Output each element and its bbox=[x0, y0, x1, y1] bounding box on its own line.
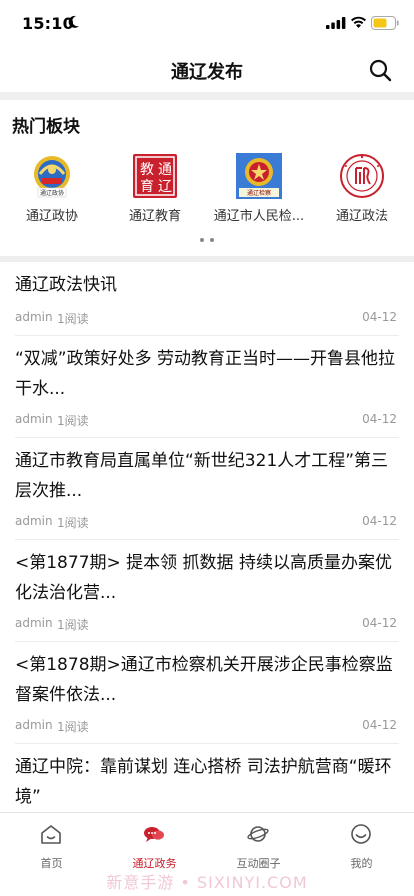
news-title: 通辽市教育局直属单位“新世纪321人才工程”第三层次推... bbox=[15, 451, 389, 501]
watermark: 新意手游 • SIXINYI.COM bbox=[106, 873, 308, 892]
hot-section: 热门板块 通辽政协 通辽政协 教 通 育 辽 通辽教育 通辽检察 通辽市人民检.… bbox=[0, 100, 414, 256]
news-date: 04-12 bbox=[362, 514, 397, 528]
smile-icon bbox=[351, 824, 371, 844]
seal-char-4: 辽 bbox=[158, 179, 172, 195]
cellular-signal-icon bbox=[326, 17, 346, 29]
news-date: 04-12 bbox=[362, 616, 397, 630]
news-reads: 1阅读 bbox=[57, 312, 89, 326]
hot-item-label: 通辽政法 bbox=[335, 209, 388, 224]
page-title: 通辽发布 bbox=[171, 62, 243, 83]
news-item[interactable]: 通辽市教育局直属单位“新世纪321人才工程”第三层次推... admin 1阅读… bbox=[0, 438, 414, 540]
bottom-tab-bar: 首页 通辽政务 互动圈子 我的 新意手游 • SIXINYI.COM bbox=[0, 812, 414, 896]
news-reads: 1阅读 bbox=[57, 720, 89, 734]
news-reads: 1阅读 bbox=[57, 516, 89, 530]
seal-char-1: 教 bbox=[140, 162, 154, 178]
hot-item-label: 通辽政协 bbox=[25, 209, 78, 224]
hot-item-political-legal[interactable]: 通辽政法 bbox=[310, 152, 414, 232]
tab-home[interactable]: 首页 bbox=[0, 821, 103, 871]
news-title: “双减”政策好处多 劳动教育正当时——开鲁县他拉干水... bbox=[15, 349, 396, 399]
moon-icon bbox=[68, 15, 79, 28]
chat-bubbles-icon bbox=[144, 827, 164, 842]
hot-item-tongliao-education[interactable]: 教 通 育 辽 通辽教育 bbox=[103, 152, 207, 232]
news-title: 通辽政法快讯 bbox=[15, 275, 117, 295]
tab-mine[interactable]: 我的 bbox=[310, 821, 413, 871]
political-legal-logo bbox=[340, 154, 384, 198]
news-author: admin bbox=[15, 310, 53, 324]
news-item[interactable]: 通辽中院：靠前谋划 连心搭桥 司法护航营商“暖环境” bbox=[0, 744, 414, 812]
news-date: 04-12 bbox=[362, 412, 397, 426]
search-icon[interactable] bbox=[368, 58, 392, 82]
news-author: admin bbox=[15, 616, 53, 630]
hot-item-tongliao-cppcc[interactable]: 通辽政协 通辽政协 bbox=[0, 152, 104, 232]
pagination-dot bbox=[210, 238, 214, 242]
news-author: admin bbox=[15, 412, 53, 426]
procuratorate-emblem-logo: 通辽检察 bbox=[236, 153, 282, 199]
tab-interactive-circle[interactable]: 互动圈子 bbox=[207, 821, 310, 871]
news-reads: 1阅读 bbox=[57, 414, 89, 428]
news-title: 通辽中院：靠前谋划 连心搭桥 司法护航营商“暖环境” bbox=[15, 757, 392, 807]
news-date: 04-12 bbox=[362, 718, 397, 732]
cppcc-emblem-logo: 通辽政协 bbox=[34, 156, 70, 198]
hot-item-label: 通辽市人民检... bbox=[213, 209, 305, 224]
news-item[interactable]: <第1878期>通辽市检察机关开展涉企民事检察监督案件依法... admin 1… bbox=[0, 642, 414, 744]
news-author: admin bbox=[15, 718, 53, 732]
tab-tongliao-affairs[interactable]: 通辽政务 bbox=[103, 821, 206, 871]
app-header: 通辽发布 bbox=[0, 48, 414, 92]
news-item[interactable]: 通辽政法快讯 admin 1阅读 04-12 bbox=[0, 262, 414, 336]
news-meta: admin 1阅读 04-12 bbox=[15, 514, 399, 530]
news-title: <第1877期> 提本领 抓数据 持续以高质量办案优化法治化营... bbox=[15, 553, 392, 603]
pagination-dot bbox=[200, 238, 204, 242]
wifi-icon bbox=[351, 16, 366, 28]
status-time: 15:10 bbox=[22, 14, 74, 33]
section-divider bbox=[0, 92, 414, 100]
news-meta: admin 1阅读 04-12 bbox=[15, 310, 399, 326]
planet-icon bbox=[247, 826, 269, 842]
news-date: 04-12 bbox=[362, 310, 397, 324]
home-icon bbox=[41, 825, 61, 844]
news-meta: admin 1阅读 04-12 bbox=[15, 412, 399, 428]
battery-icon bbox=[371, 16, 399, 30]
carousel-pagination bbox=[198, 238, 218, 244]
cppcc-logo-text: 通辽政协 bbox=[40, 189, 64, 197]
hot-item-label: 通辽教育 bbox=[128, 209, 181, 224]
procuratorate-logo-text: 通辽检察 bbox=[247, 189, 271, 197]
news-title: <第1878期>通辽市检察机关开展涉企民事检察监督案件依法... bbox=[15, 655, 393, 705]
hot-section-title: 热门板块 bbox=[12, 117, 80, 137]
news-meta: admin 1阅读 04-12 bbox=[15, 718, 399, 734]
education-seal-logo: 教 通 育 辽 bbox=[133, 154, 177, 198]
news-item[interactable]: “双减”政策好处多 劳动教育正当时——开鲁县他拉干水... admin 1阅读 … bbox=[0, 336, 414, 438]
news-reads: 1阅读 bbox=[57, 618, 89, 632]
news-author: admin bbox=[15, 514, 53, 528]
news-item[interactable]: <第1877期> 提本领 抓数据 持续以高质量办案优化法治化营... admin… bbox=[0, 540, 414, 642]
hot-item-procuratorate[interactable]: 通辽检察 通辽市人民检... bbox=[207, 152, 311, 232]
seal-char-2: 通 bbox=[158, 162, 172, 178]
status-bar: 15:10 bbox=[0, 0, 414, 48]
news-meta: admin 1阅读 04-12 bbox=[15, 616, 399, 632]
seal-char-3: 育 bbox=[140, 179, 154, 195]
